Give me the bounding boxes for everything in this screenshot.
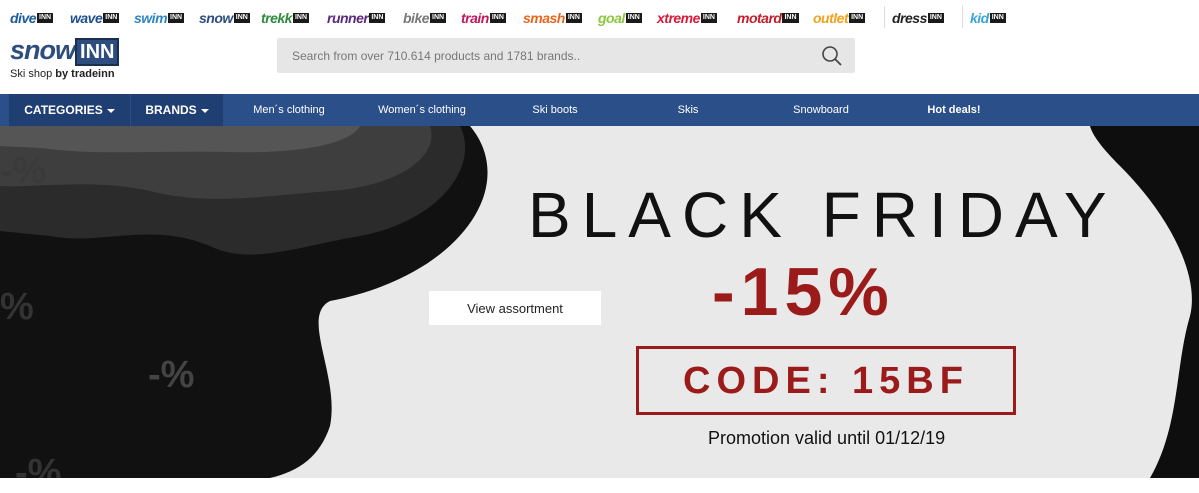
store-name: goal [598, 10, 625, 26]
nav-link-mens-clothing[interactable]: Men´s clothing [238, 94, 340, 126]
decorative-percent-symbol: -% [148, 354, 195, 396]
decorative-percent-symbol: -% [0, 150, 47, 192]
store-link-goal[interactable]: goal INN [598, 10, 642, 26]
store-link-runner[interactable]: runner INN [327, 10, 386, 26]
store-badge: INN [927, 13, 944, 23]
main-nav: CATEGORIES BRANDS Men´s clothing Women´s… [0, 94, 1199, 126]
nav-link-ski-boots[interactable]: Ski boots [515, 94, 595, 126]
promo-code: CODE: 15BF [683, 360, 969, 402]
page-bottom [0, 478, 1199, 493]
decorative-percent-symbol: -% [15, 452, 62, 478]
store-badge: INN [849, 13, 866, 23]
nav-categories[interactable]: CATEGORIES [9, 94, 130, 126]
store-badge: INN [989, 13, 1006, 23]
nav-link-snowboard[interactable]: Snowboard [780, 94, 862, 126]
store-name: train [461, 10, 489, 26]
store-name: kid [970, 10, 989, 26]
store-badge: INN [168, 13, 185, 23]
store-link-kid[interactable]: kid INN [970, 10, 1006, 26]
store-divider [884, 6, 885, 28]
store-badge: INN [430, 13, 447, 23]
store-link-wave[interactable]: wave INN [70, 10, 120, 26]
logo-tagline-by: by tradeinn [55, 68, 115, 80]
store-link-trekk[interactable]: trekk INN [261, 10, 310, 26]
search-icon[interactable] [821, 45, 843, 67]
store-name: trekk [261, 10, 292, 26]
store-link-xtreme[interactable]: xtreme INN [657, 10, 717, 26]
store-link-bike[interactable]: bike INN [403, 10, 447, 26]
logo-tagline: Ski shop by tradeinn [10, 68, 119, 80]
nav-categories-label: CATEGORIES [24, 103, 103, 117]
store-name: swim [134, 10, 168, 26]
nav-link-skis[interactable]: Skis [660, 94, 716, 126]
store-name: outlet [813, 10, 849, 26]
store-link-motard[interactable]: motard INN [737, 10, 799, 26]
store-link-dive[interactable]: dive INN [10, 10, 54, 26]
store-link-swim[interactable]: swim INN [134, 10, 185, 26]
store-name: dive [10, 10, 37, 26]
store-badge: INN [369, 13, 386, 23]
logo-badge: INN [75, 38, 120, 66]
store-name: motard [737, 10, 782, 26]
store-badge: INN [292, 13, 310, 23]
store-badge: INN [565, 13, 582, 23]
store-name: wave [70, 10, 103, 26]
nav-brands-label: BRANDS [145, 103, 197, 117]
view-assortment-button[interactable]: View assortment [429, 291, 601, 325]
store-badge: INN [37, 13, 54, 23]
store-name: bike [403, 10, 430, 26]
store-name: dress [892, 10, 927, 26]
promo-code-box: CODE: 15BF [636, 346, 1016, 415]
store-badge: INN [782, 13, 799, 23]
nav-brands[interactable]: BRANDS [131, 94, 223, 126]
store-link-smash[interactable]: smash INN [523, 10, 582, 26]
decorative-percent-symbol: % [0, 286, 34, 328]
black-friday-banner: -% % -% -% BLACK FRIDAY -15% CODE: 15BF … [0, 126, 1199, 478]
banner-title: BLACK FRIDAY [528, 179, 1118, 251]
store-link-snow[interactable]: snow INN [199, 10, 250, 26]
store-badge: INN [489, 13, 506, 23]
store-name: snow [199, 10, 233, 26]
store-divider [962, 6, 963, 28]
store-name: xtreme [657, 10, 700, 26]
chevron-down-icon [106, 108, 115, 113]
search-bar [277, 38, 855, 73]
site-logo[interactable]: snow INN Ski shop by tradeinn [10, 35, 120, 80]
store-name: smash [523, 10, 565, 26]
store-badge: INN [233, 13, 250, 23]
store-name: runner [327, 10, 369, 26]
store-badge: INN [700, 13, 717, 23]
store-strip: dive INN wave INN swim INN snow INN trekk INN… [0, 0, 1199, 34]
nav-link-womens-clothing[interactable]: Women´s clothing [362, 94, 482, 126]
chevron-down-icon [200, 108, 209, 113]
logo-tagline-prefix: Ski shop [10, 68, 53, 80]
banner-discount: -15% [712, 254, 895, 330]
promo-validity: Promotion valid until 01/12/19 [708, 428, 946, 448]
logo-word: snow [10, 35, 76, 65]
store-badge: INN [625, 13, 642, 23]
store-link-train[interactable]: train INN [461, 10, 506, 26]
store-badge: INN [103, 13, 120, 23]
search-input[interactable] [277, 38, 812, 73]
store-link-outlet[interactable]: outlet INN [813, 10, 866, 26]
nav-link-hot-deals[interactable]: Hot deals! [912, 94, 996, 126]
store-link-dress[interactable]: dress INN [892, 10, 944, 26]
